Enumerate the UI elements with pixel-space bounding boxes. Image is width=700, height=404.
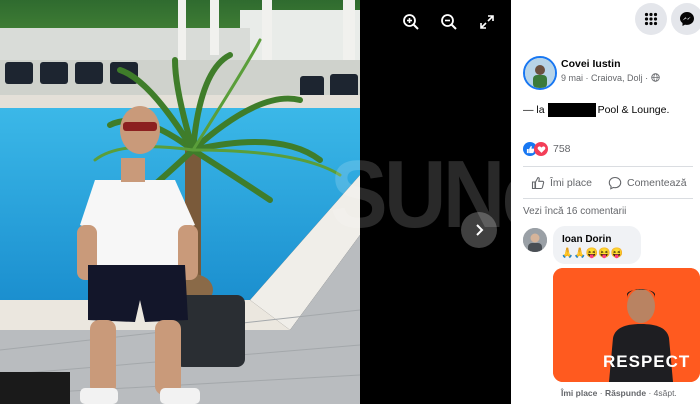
comment-bubble: Ioan Dorin 🙏🙏😝😝😝 bbox=[553, 226, 641, 264]
thumbs-up-icon bbox=[531, 176, 545, 190]
next-photo-button[interactable] bbox=[461, 212, 497, 248]
gif-caption: RESPECT bbox=[603, 352, 691, 371]
author-avatar[interactable] bbox=[523, 56, 557, 90]
comment-like-link[interactable]: Îmi place bbox=[561, 388, 597, 398]
post-photo bbox=[0, 0, 360, 404]
messenger-icon bbox=[680, 12, 694, 26]
fullscreen-button[interactable] bbox=[474, 9, 500, 35]
post-text-prefix: — la bbox=[523, 104, 545, 116]
zoom-in-icon bbox=[403, 14, 419, 30]
zoom-in-button[interactable] bbox=[398, 9, 424, 35]
fullscreen-icon bbox=[480, 15, 494, 29]
divider-top bbox=[523, 166, 693, 167]
comment-footer: Îmi place · Răspunde · 4săpt. bbox=[561, 388, 677, 398]
commenter-avatar-image bbox=[523, 228, 547, 252]
photo-illustration bbox=[0, 0, 360, 404]
like-button[interactable]: Îmi place bbox=[531, 176, 592, 190]
menu-button[interactable] bbox=[635, 3, 667, 35]
reaction-count: 758 bbox=[553, 143, 571, 155]
view-more-comments[interactable]: Vezi încă 16 comentarii bbox=[523, 206, 626, 217]
post-text: — la Pool & Lounge. bbox=[523, 103, 669, 117]
commenter-avatar[interactable] bbox=[523, 228, 547, 252]
post-meta: 9 mai · Craiova, Dolj · bbox=[561, 73, 660, 83]
comment-time[interactable]: 4săpt. bbox=[654, 388, 677, 398]
love-reaction-icon bbox=[534, 142, 548, 156]
globe-icon bbox=[650, 73, 660, 82]
zoom-out-button[interactable] bbox=[436, 9, 462, 35]
like-label: Îmi place bbox=[550, 177, 593, 189]
messenger-button[interactable] bbox=[671, 3, 700, 35]
post-panel: Covei Iustin 9 mai · Craiova, Dolj · — l… bbox=[511, 0, 700, 404]
comment-label: Comentează bbox=[627, 177, 687, 189]
redacted-block bbox=[547, 103, 596, 117]
meta-separator-2: · bbox=[645, 73, 649, 83]
author-name[interactable]: Covei Iustin bbox=[561, 58, 621, 70]
comment-icon bbox=[608, 176, 622, 190]
comment-gif[interactable]: RESPECT bbox=[553, 268, 700, 382]
chevron-right-icon bbox=[476, 224, 484, 236]
reactions-summary[interactable]: 758 bbox=[523, 142, 571, 156]
comment-reply-link[interactable]: Răspunde bbox=[605, 388, 646, 398]
comment-emojis: 🙏🙏😝😝😝 bbox=[561, 248, 624, 259]
meta-separator: · bbox=[585, 73, 589, 83]
comment-button[interactable]: Comentează bbox=[608, 176, 687, 190]
grid-menu-icon bbox=[644, 12, 658, 26]
divider-bottom bbox=[523, 198, 693, 199]
post-date[interactable]: 9 mai bbox=[561, 73, 583, 83]
post-text-suffix[interactable]: Pool & Lounge. bbox=[598, 104, 670, 116]
zoom-out-icon bbox=[441, 14, 457, 30]
photo-viewer: SUNe bbox=[0, 0, 511, 404]
top-icons bbox=[511, 0, 700, 40]
commenter-name[interactable]: Ioan Dorin bbox=[562, 234, 611, 245]
avatar-image bbox=[525, 58, 555, 88]
post-location[interactable]: Craiova, Dolj bbox=[591, 73, 643, 83]
